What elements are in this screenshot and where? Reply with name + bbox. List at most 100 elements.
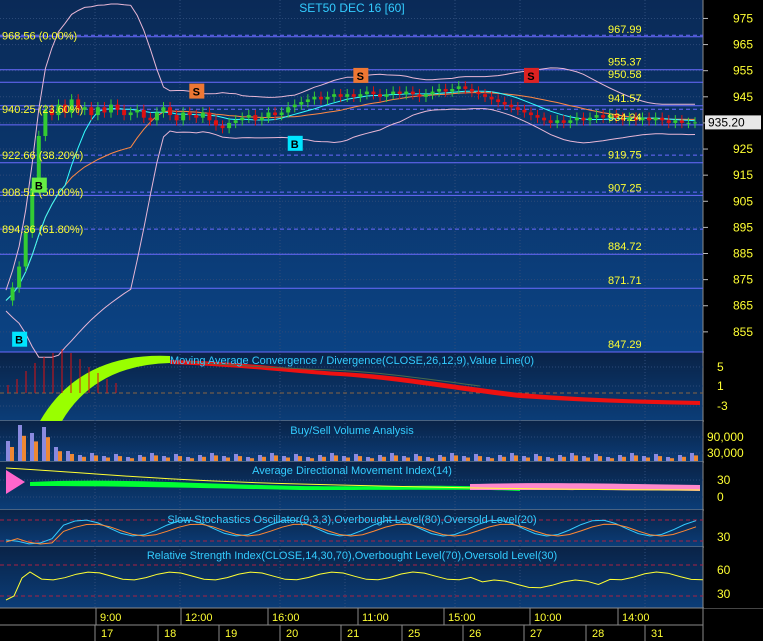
volume-bar-sell <box>226 457 230 461</box>
volume-bar-buy <box>582 456 586 461</box>
volume-bar-buy <box>426 457 430 461</box>
volume-bar-sell <box>454 455 458 461</box>
time-axis-day-label: 31 <box>651 628 663 640</box>
volume-bar-sell <box>10 447 14 461</box>
volume-bar-sell <box>442 456 446 461</box>
candle-body <box>653 117 658 121</box>
signal-label: B <box>291 139 299 151</box>
volume-bar-buy <box>294 454 298 461</box>
candle-body <box>227 122 232 129</box>
fib-level-label: 940.25 (23.60%) <box>2 104 83 116</box>
candle-body <box>246 115 251 118</box>
volume-bar-sell <box>682 456 686 461</box>
volume-bar-sell <box>358 456 362 461</box>
candle-body <box>102 107 107 113</box>
candle-body <box>410 91 415 95</box>
candle-body <box>312 96 317 100</box>
candle-body <box>259 117 264 121</box>
volume-bar-sell <box>562 456 566 461</box>
volume-bar-sell <box>34 441 38 461</box>
volume-bar-sell <box>334 455 338 461</box>
candle-body <box>338 94 343 97</box>
candle-body <box>351 94 356 97</box>
candle-body <box>266 112 271 118</box>
chart-canvas[interactable]: 9759659559459359259159058958858758658559… <box>0 0 763 641</box>
candle-body <box>548 120 553 123</box>
volume-bar-buy <box>318 455 322 461</box>
candle-body <box>345 94 350 97</box>
signal-label: B <box>35 181 43 193</box>
price-level-label: 871.71 <box>608 275 642 287</box>
candle-body <box>443 88 448 92</box>
volume-bar-buy <box>474 454 478 461</box>
fib-level-label: 894.36 (61.80%) <box>2 224 83 236</box>
candle-body <box>161 107 166 113</box>
candle-body <box>220 125 225 129</box>
volume-bar-buy <box>198 455 202 461</box>
volume-bar-buy <box>390 453 394 461</box>
volume-bar-buy <box>222 456 226 461</box>
main-price-panel[interactable] <box>0 0 703 352</box>
volume-bar-sell <box>658 456 662 461</box>
volume-bar-buy <box>234 454 238 461</box>
candle-body <box>384 94 389 97</box>
rsi-panel-title: Relative Strength Index(CLOSE,14,30,70),… <box>147 550 557 562</box>
candle-body <box>417 94 422 97</box>
y-tick-label: 915 <box>733 168 753 182</box>
candle-body <box>561 120 566 123</box>
rsi-y-tick-label: 30 <box>717 587 731 601</box>
rsi-y-tick-label: 60 <box>717 563 731 577</box>
volume-bar-sell <box>310 458 314 461</box>
candle-body <box>364 91 369 95</box>
candle-body <box>135 109 140 113</box>
candle-body <box>10 287 15 301</box>
candle-body <box>154 112 159 121</box>
volume-bar-buy <box>114 454 118 461</box>
y-tick-label: 925 <box>733 142 753 156</box>
candle-body <box>371 91 376 95</box>
volume-bar-buy <box>570 453 574 461</box>
candle-body <box>332 94 337 97</box>
volume-bar-buy <box>138 455 142 461</box>
candle-body <box>555 120 560 123</box>
volume-bar-sell <box>406 457 410 461</box>
y-tick-label: 905 <box>733 194 753 208</box>
fib-level-label: 968.56 (0.00%) <box>2 30 77 42</box>
price-level-label: 907.25 <box>608 182 642 194</box>
volume-bar-buy <box>522 456 526 461</box>
candle-body <box>174 115 179 121</box>
candle-body <box>542 117 547 121</box>
candle-body <box>535 115 540 118</box>
time-axis-hour-label: 10:00 <box>534 612 562 624</box>
candle-body <box>483 94 488 97</box>
volume-bar-sell <box>286 457 290 461</box>
y-tick-label: 855 <box>733 325 753 339</box>
candle-body <box>299 102 304 105</box>
volume-bar-buy <box>654 454 658 461</box>
volume-bar-buy <box>186 457 190 461</box>
volume-bar-sell <box>598 456 602 461</box>
candle-body <box>122 109 127 116</box>
time-axis-day-label: 26 <box>469 628 481 640</box>
candle-body <box>679 120 684 123</box>
candle-body <box>318 96 323 100</box>
signal-label: S <box>357 71 364 83</box>
volume-bar-sell <box>346 457 350 461</box>
volume-bar-sell <box>418 456 422 461</box>
candle-body <box>378 94 383 97</box>
volume-bar-sell <box>586 457 590 461</box>
candle-body <box>666 120 671 123</box>
time-axis-hour-label: 11:00 <box>362 612 389 624</box>
candle-body <box>404 91 409 95</box>
volume-bar-buy <box>102 456 106 461</box>
volume-bar-sell <box>142 456 146 461</box>
trading-chart-window: 9759659559459359259159058958858758658559… <box>0 0 763 641</box>
candle-body <box>292 104 297 108</box>
time-axis-hour-label: 12:00 <box>185 612 213 624</box>
candle-body <box>89 107 94 116</box>
volume-bar-sell <box>298 456 302 461</box>
volume-bar-sell <box>22 435 26 461</box>
candle-body <box>588 117 593 121</box>
volume-bar-buy <box>462 456 466 461</box>
candle-body <box>108 104 113 113</box>
